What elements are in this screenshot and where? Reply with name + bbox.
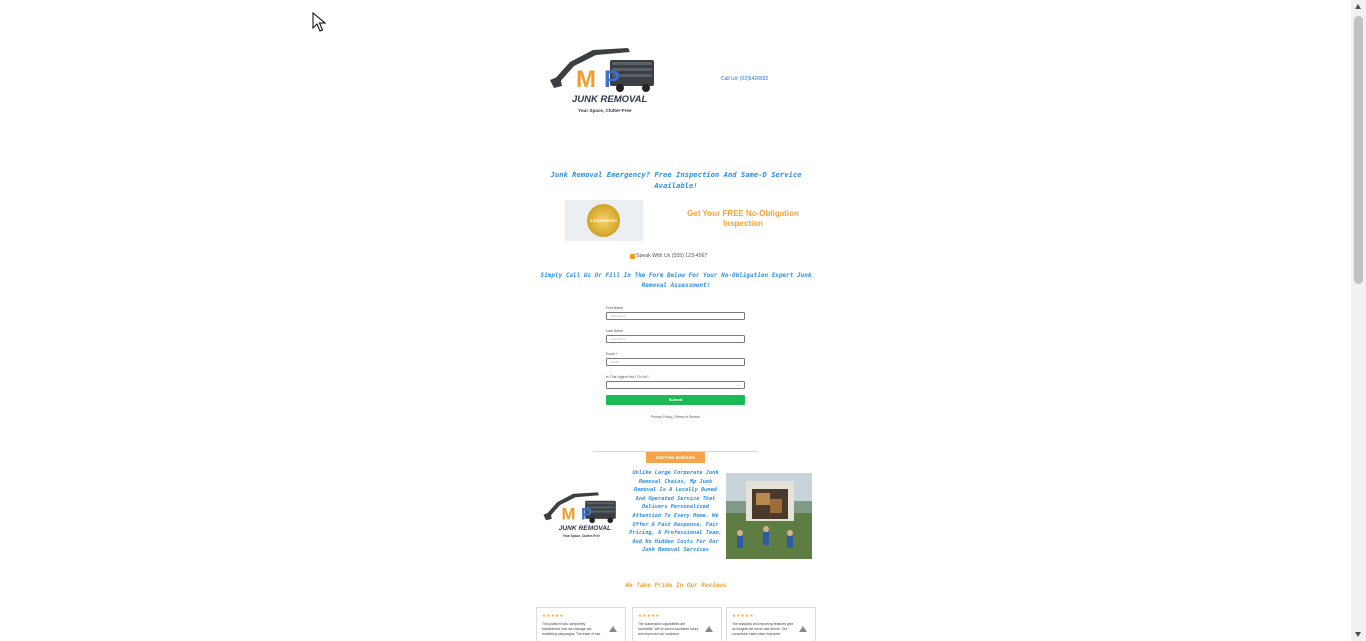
estimate-form: First Name First Name Last Name Last Nam… [606, 306, 745, 419]
privacy-terms-links[interactable]: Privacy Policy | Terms of Service [606, 415, 745, 419]
email-input[interactable]: Email [606, 358, 745, 366]
reviews-heading: We Take Pride In Our Reviews [625, 582, 727, 589]
badge-text: 5 STAR RATING [589, 218, 618, 223]
expand-arrow-icon[interactable] [609, 626, 617, 632]
svg-text:M: M [576, 66, 596, 93]
review-card: ★★★★★ The automation capabilities are in… [632, 607, 722, 641]
urgent-select[interactable]: ⌄ [606, 381, 745, 389]
svg-text:P: P [581, 505, 592, 524]
logo-tagline: Your Space, Clutter-Free [578, 108, 632, 113]
logo-name: JUNK REMOVAL [572, 94, 647, 105]
vertical-scrollbar[interactable] [1351, 0, 1366, 641]
team-photo [726, 473, 812, 559]
urgent-label: Is This Urgent Yes? Or No? [606, 375, 649, 379]
review-text: This platform has completely transformed… [542, 622, 601, 636]
scroll-down-arrow-icon[interactable] [1355, 632, 1361, 637]
star-rating: ★★★★★ [638, 613, 660, 618]
landing-page: M P JUNK REMOVAL Your Space, Clutter-Fre… [536, 0, 816, 641]
first-name-label: First Name [606, 306, 624, 310]
svg-text:M: M [562, 505, 576, 524]
hero-headline: Junk Removal Emergency? Free Inspection … [550, 170, 802, 190]
rating-seal-icon: 5 STAR RATING [587, 204, 620, 237]
last-name-input[interactable]: Last Name [606, 335, 745, 343]
review-card: ★★★★★ This platform has completely trans… [536, 607, 626, 641]
speak-with-us[interactable]: Speak With Us (555) 123-4567 [630, 253, 707, 259]
star-rating: ★★★★★ [732, 613, 754, 618]
chevron-down-icon: ⌄ [736, 382, 740, 387]
logo-tagline: Your Space, Clutter-Free [563, 534, 600, 538]
review-card: ★★★★★ The analytics and reporting featur… [726, 607, 816, 641]
mp-junk-removal-logo-small: M P JUNK REMOVAL Your Space, Clutter-Fre… [543, 492, 616, 538]
submit-button[interactable]: Submit [606, 395, 745, 405]
review-text: The automation capabilities are incredib… [638, 622, 699, 636]
mouse-pointer-icon [312, 12, 326, 32]
email-label: Email * [606, 352, 618, 356]
free-inspection-heading: Get Your FREE No-Obligation Inspection [687, 209, 799, 228]
scrollbar-thumb[interactable] [1354, 16, 1363, 284]
about-text: Unlike Large Corporate Junk Removal Chai… [629, 470, 722, 554]
review-text: The analytics and reporting features giv… [732, 622, 794, 636]
first-name-input[interactable]: First Name [606, 312, 745, 320]
get-free-estimate-button[interactable]: Get Free Estimate [646, 452, 705, 463]
mp-junk-removal-logo[interactable]: M P JUNK REMOVAL Your Space, Clutter-Fre… [548, 42, 660, 116]
star-rating: ★★★★★ [542, 613, 564, 618]
form-intro-heading: Simply Call Us Or Fill In The Form Below… [540, 272, 812, 289]
expand-arrow-icon[interactable] [705, 626, 713, 632]
rating-badge-image: 5 STAR RATING [565, 200, 643, 241]
scroll-up-arrow-icon[interactable] [1355, 4, 1361, 9]
logo-name: JUNK REMOVAL [559, 525, 611, 532]
call-us-link[interactable]: Call Us! (02)6420932 [721, 76, 768, 82]
expand-arrow-icon[interactable] [799, 626, 807, 632]
speak-text: Speak With Us (555) 123-4567 [636, 253, 708, 259]
phone-icon [630, 253, 635, 259]
svg-text:P: P [604, 66, 620, 93]
last-name-label: Last Name [606, 329, 623, 333]
